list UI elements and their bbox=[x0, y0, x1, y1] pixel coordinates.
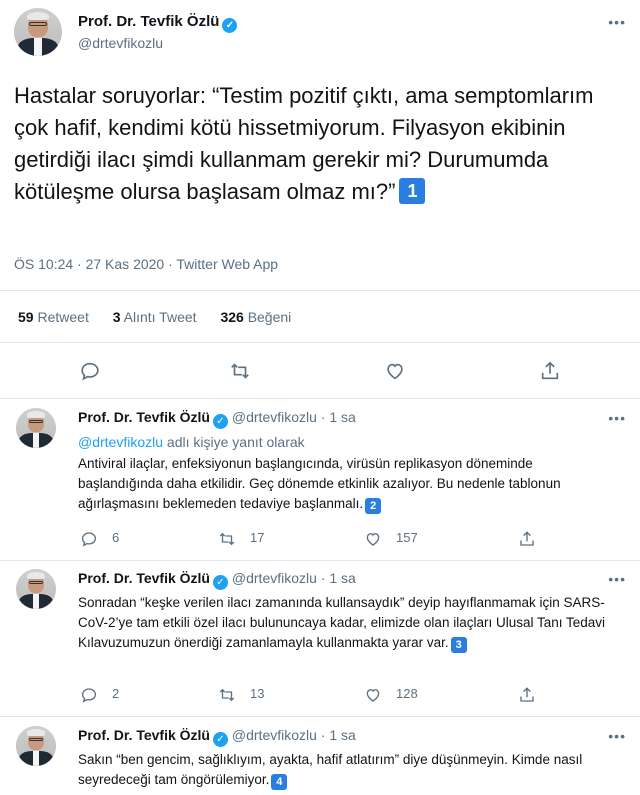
author-name[interactable]: Prof. Dr. Tevfik Özlü ✓ bbox=[78, 13, 238, 33]
retweet-action[interactable]: 17 bbox=[218, 529, 264, 549]
reply-header: Prof. Dr. Tevfik Özlü ✓ @drtevfikozlu · 1… bbox=[78, 409, 356, 429]
heart-icon[interactable] bbox=[364, 685, 382, 704]
quote-stat[interactable]: 3 Alıntı Tweet bbox=[113, 309, 197, 325]
tweet-text-body: Sakın “ben gencim, sağlıklıyım, ayakta, … bbox=[78, 752, 583, 787]
reply-icon[interactable] bbox=[80, 685, 98, 704]
tweet-text-body: Antiviral ilaçlar, enfeksiyonun başlangı… bbox=[78, 456, 561, 511]
reply-tweet[interactable]: Prof. Dr. Tevfik Özlü ✓ @drtevfikozlu · 1… bbox=[0, 569, 640, 709]
reply-icon[interactable] bbox=[80, 529, 98, 548]
divider bbox=[0, 398, 640, 399]
number-badge: 2 bbox=[365, 498, 382, 514]
reply-tweet[interactable]: Prof. Dr. Tevfik Özlü ✓ @drtevfikozlu · 1… bbox=[0, 408, 640, 558]
tweet-text-body: Hastalar soruyorlar: “Testim pozitif çık… bbox=[14, 83, 594, 204]
divider bbox=[0, 560, 640, 561]
share-action[interactable] bbox=[518, 685, 550, 705]
verified-badge-icon: ✓ bbox=[222, 18, 238, 33]
like-action[interactable]: 157 bbox=[364, 529, 418, 549]
avatar[interactable] bbox=[16, 408, 56, 448]
author-handle[interactable]: @drtevfikozlu bbox=[78, 35, 163, 51]
reply-tweet[interactable]: Prof. Dr. Tevfik Özlü ✓ @drtevfikozlu · 1… bbox=[0, 726, 640, 795]
author-name-text[interactable]: Prof. Dr. Tevfik Özlü bbox=[78, 13, 219, 30]
reply-action[interactable]: 6 bbox=[80, 529, 119, 549]
author-handle[interactable]: @drtevfikozlu bbox=[232, 727, 317, 743]
more-icon[interactable]: ••• bbox=[608, 14, 626, 30]
number-badge: 1 bbox=[399, 178, 426, 204]
tweet-time[interactable]: · 1 sa bbox=[321, 727, 356, 743]
tweet-time[interactable]: · 1 sa bbox=[321, 409, 356, 425]
avatar[interactable] bbox=[16, 569, 56, 609]
like-count: 128 bbox=[396, 686, 418, 701]
share-action[interactable] bbox=[518, 529, 550, 549]
verified-badge-icon: ✓ bbox=[213, 575, 228, 590]
like-stat[interactable]: 326 Beğeni bbox=[220, 309, 291, 325]
share-icon[interactable] bbox=[539, 360, 561, 387]
retweet-count: 17 bbox=[250, 530, 265, 545]
divider bbox=[0, 290, 640, 291]
verified-badge-icon: ✓ bbox=[213, 414, 228, 429]
retweet-count: 13 bbox=[250, 686, 265, 701]
author-name[interactable]: Prof. Dr. Tevfik Özlü bbox=[78, 409, 210, 425]
share-icon[interactable] bbox=[518, 529, 536, 548]
reply-header: Prof. Dr. Tevfik Özlü ✓ @drtevfikozlu · 1… bbox=[78, 570, 356, 590]
author-handle[interactable]: @drtevfikozlu bbox=[232, 409, 317, 425]
main-tweet: Prof. Dr. Tevfik Özlü ✓ @drtevfikozlu •••… bbox=[0, 0, 640, 300]
tweet-text: Hastalar soruyorlar: “Testim pozitif çık… bbox=[14, 80, 624, 208]
author-name[interactable]: Prof. Dr. Tevfik Özlü bbox=[78, 727, 210, 743]
tweet-text: Antiviral ilaçlar, enfeksiyonun başlangı… bbox=[78, 454, 618, 514]
reply-count: 6 bbox=[112, 530, 120, 545]
heart-icon[interactable] bbox=[384, 360, 406, 387]
tweet-text: Sakın “ben gencim, sağlıklıyım, ayakta, … bbox=[78, 750, 618, 790]
retweet-icon[interactable] bbox=[218, 685, 236, 704]
reply-count: 2 bbox=[112, 686, 120, 701]
more-icon[interactable]: ••• bbox=[608, 410, 626, 426]
retweet-icon[interactable] bbox=[218, 529, 236, 548]
tweet-meta[interactable]: ÖS 10:24 · 27 Kas 2020 · Twitter Web App bbox=[14, 256, 278, 272]
retweet-stat[interactable]: 59 Retweet bbox=[18, 309, 89, 325]
reply-icon[interactable] bbox=[79, 360, 101, 387]
tweet-text: Sonradan “keşke verilen ilacı zamanında … bbox=[78, 593, 618, 653]
reply-actions: 6 17 157 bbox=[0, 529, 640, 549]
tweet-time[interactable]: · 1 sa bbox=[321, 570, 356, 586]
verified-badge-icon: ✓ bbox=[213, 732, 228, 747]
author-handle[interactable]: @drtevfikozlu bbox=[232, 570, 317, 586]
more-icon[interactable]: ••• bbox=[608, 571, 626, 587]
like-action[interactable]: 128 bbox=[364, 685, 418, 705]
avatar[interactable] bbox=[14, 8, 62, 56]
divider bbox=[0, 342, 640, 343]
like-count: 157 bbox=[396, 530, 418, 545]
more-icon[interactable]: ••• bbox=[608, 728, 626, 744]
reply-context: @drtevfikozlu adlı kişiye yanıt olarak bbox=[78, 432, 618, 452]
share-icon[interactable] bbox=[518, 685, 536, 704]
number-badge: 3 bbox=[450, 637, 467, 653]
tweet-stats: 59 Retweet 3 Alıntı Tweet 326 Beğeni bbox=[18, 309, 311, 325]
retweet-icon[interactable] bbox=[229, 360, 251, 387]
number-badge: 4 bbox=[271, 774, 288, 790]
retweet-action[interactable]: 13 bbox=[218, 685, 264, 705]
reply-header: Prof. Dr. Tevfik Özlü ✓ @drtevfikozlu · 1… bbox=[78, 727, 356, 747]
reply-to-label: adlı kişiye yanıt olarak bbox=[163, 434, 305, 450]
tweet-text-body: Sonradan “keşke verilen ilacı zamanında … bbox=[78, 595, 606, 650]
reply-actions: 2 13 128 bbox=[0, 685, 640, 705]
heart-icon[interactable] bbox=[364, 529, 382, 548]
reply-to-handle[interactable]: @drtevfikozlu bbox=[78, 434, 163, 450]
author-name[interactable]: Prof. Dr. Tevfik Özlü bbox=[78, 570, 210, 586]
main-tweet-actions bbox=[0, 360, 640, 384]
avatar[interactable] bbox=[16, 726, 56, 766]
divider bbox=[0, 716, 640, 717]
reply-action[interactable]: 2 bbox=[80, 685, 119, 705]
